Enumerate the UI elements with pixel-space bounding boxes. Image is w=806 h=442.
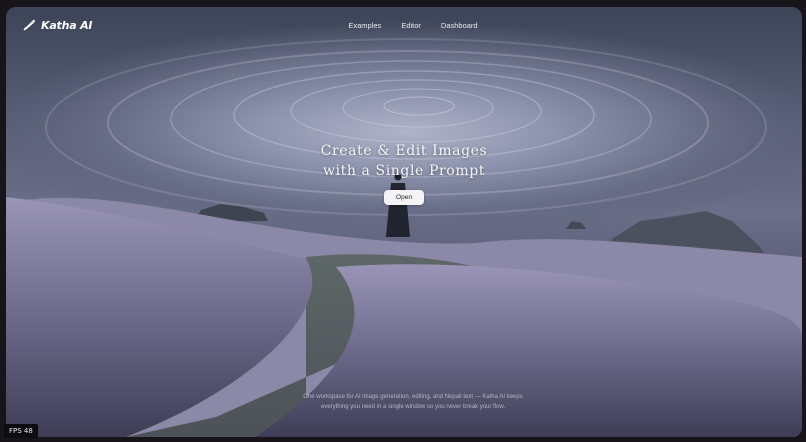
app-window: Katha AI Examples Editor Dashboard Creat… — [6, 7, 802, 437]
hero-section: Create & Edit Images with a Single Promp… — [6, 141, 802, 205]
hero-headline-line-2: with a Single Prompt — [322, 163, 485, 179]
top-nav: Katha AI Examples Editor Dashboard — [6, 7, 802, 47]
nav-link-examples[interactable]: Examples — [348, 21, 381, 30]
hero-headline-line-1: Create & Edit Images — [320, 143, 488, 159]
nav-link-editor[interactable]: Editor — [401, 21, 421, 30]
hero-background-image — [6, 22, 802, 437]
fps-counter: FPS 48 — [4, 424, 38, 438]
nav-link-dashboard[interactable]: Dashboard — [441, 21, 478, 30]
open-button[interactable]: Open — [384, 190, 424, 205]
nav-links: Examples Editor Dashboard — [6, 21, 802, 30]
footer-tagline: One workspace for AI image generation, e… — [303, 394, 523, 410]
